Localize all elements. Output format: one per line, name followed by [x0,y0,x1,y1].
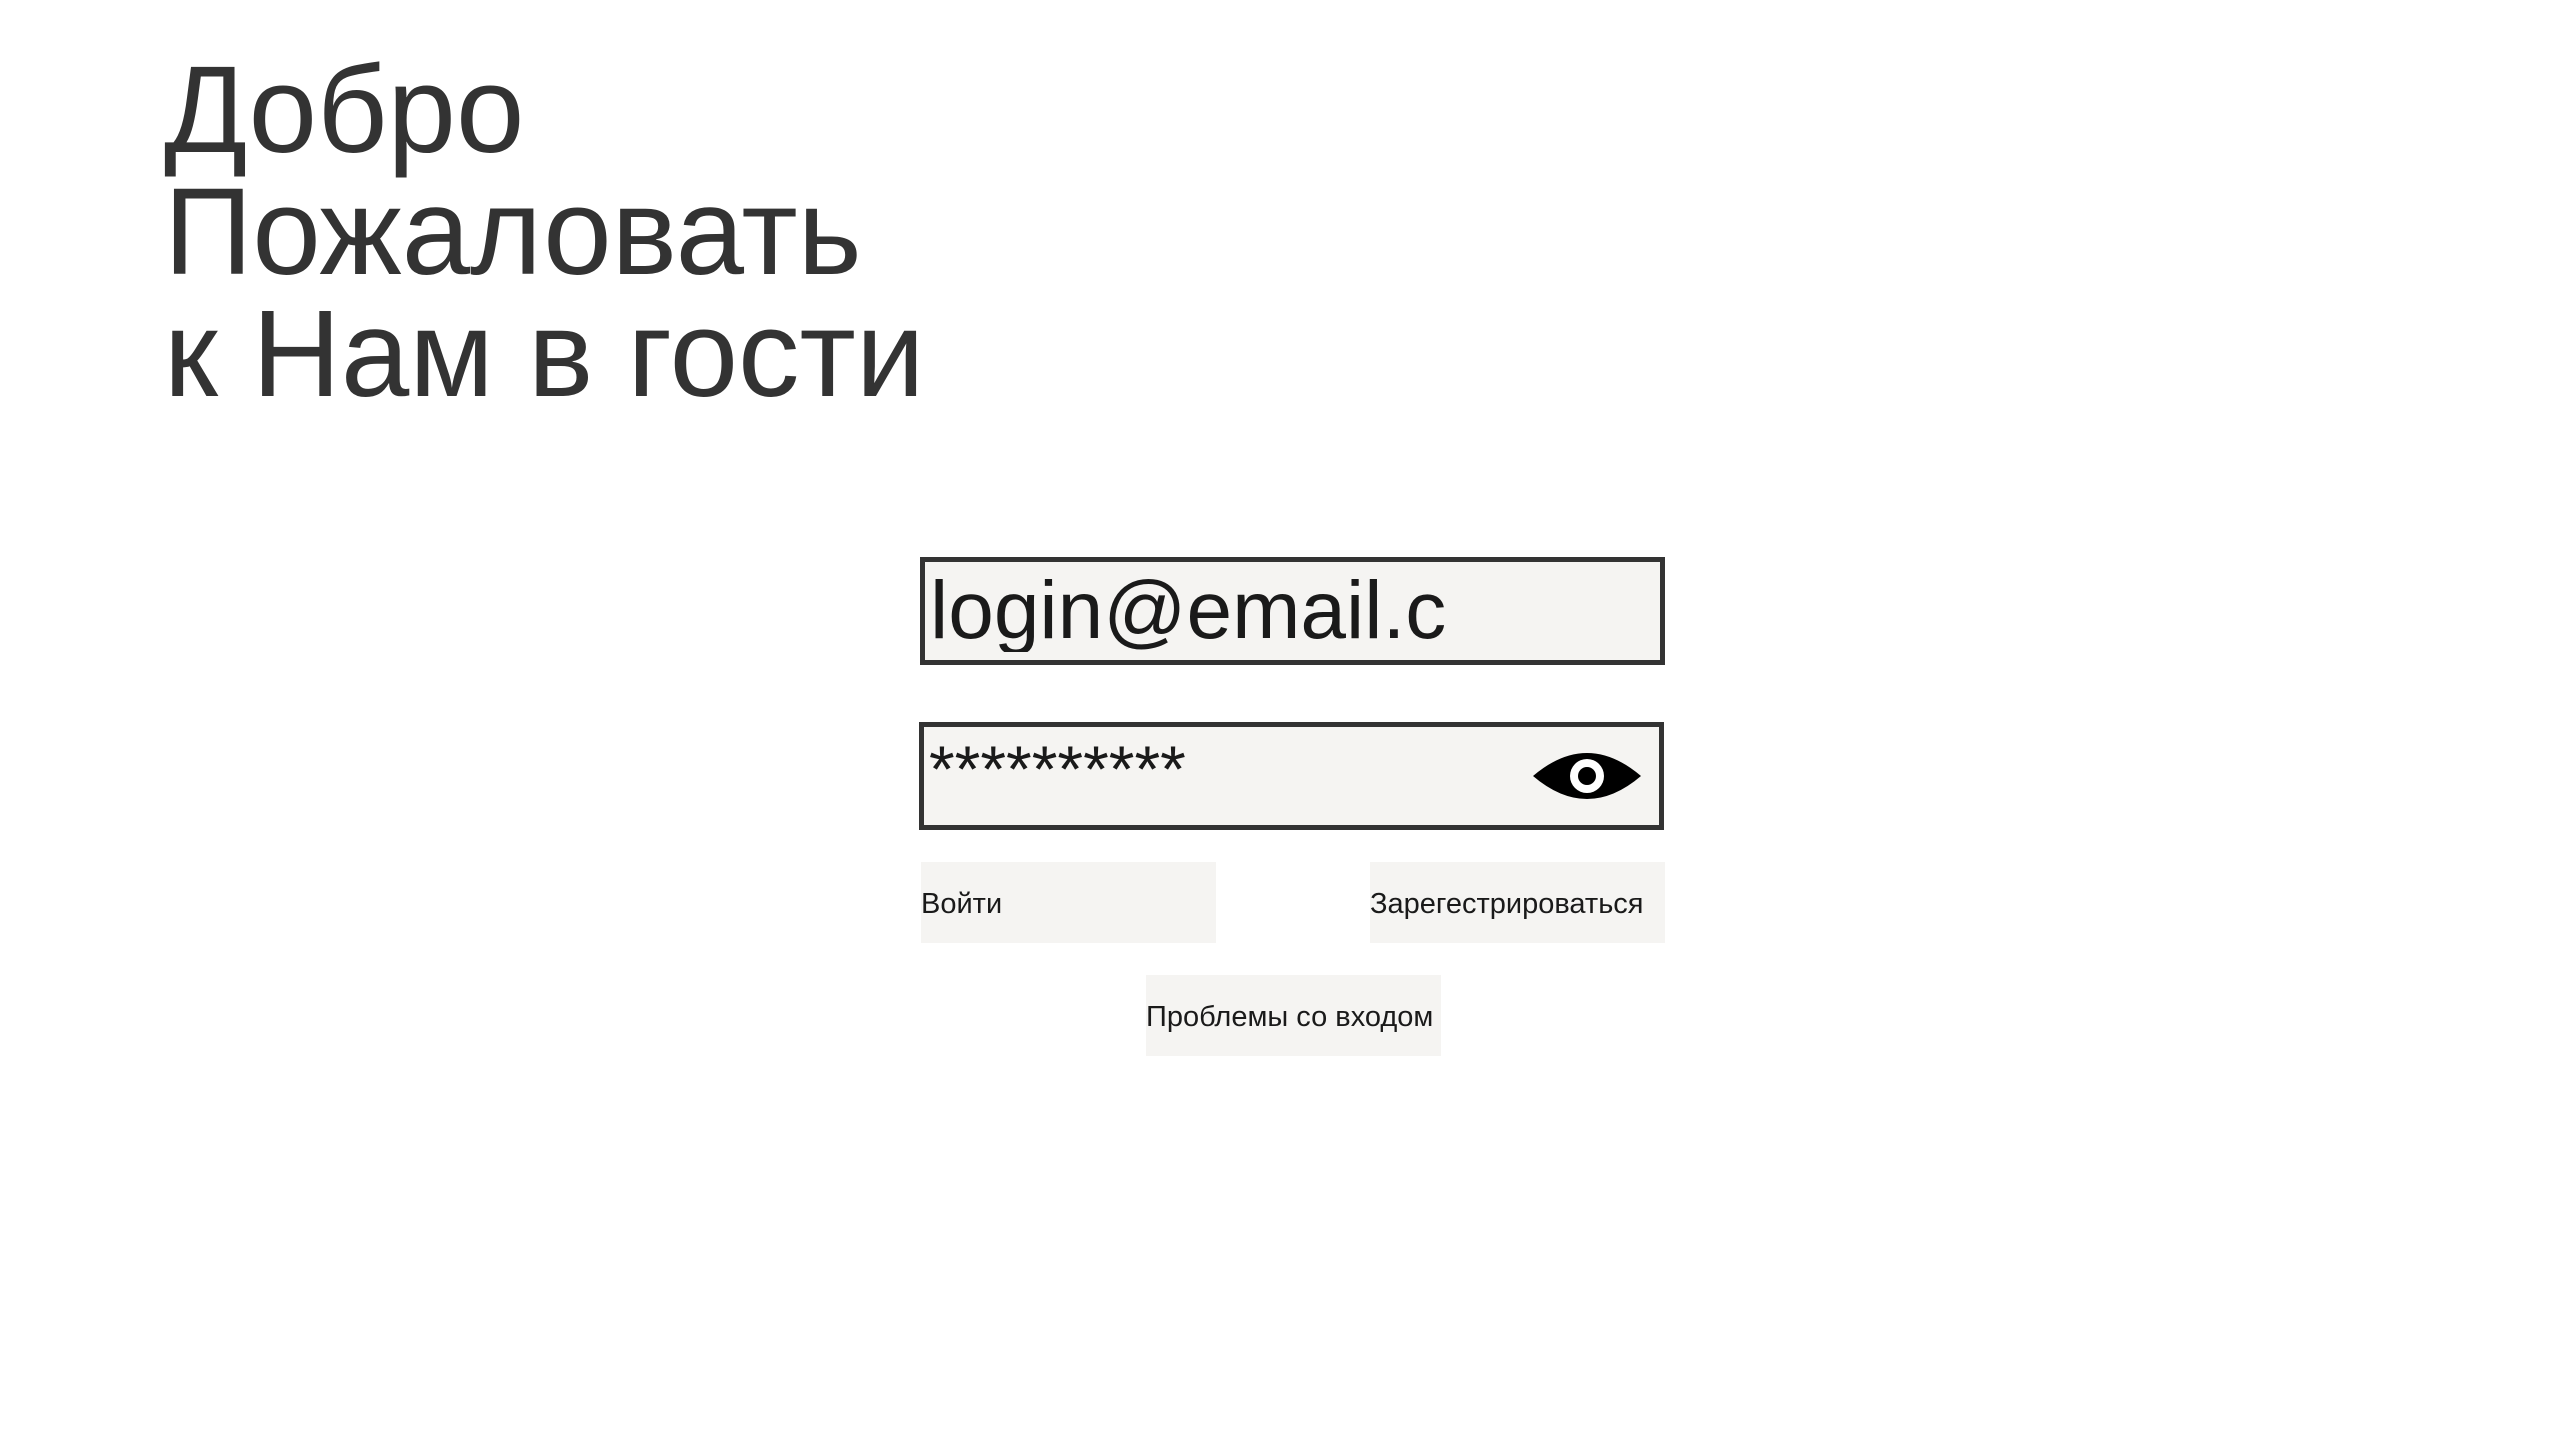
login-trouble-button[interactable]: Проблемы со входом [1146,975,1441,1056]
welcome-line-2: Пожаловать [164,164,862,301]
welcome-line-1: Добро [164,42,525,179]
email-field[interactable]: login@email.c [920,557,1665,665]
password-field[interactable]: ********** [919,722,1664,830]
welcome-line-3: к Нам в гости [164,286,925,423]
register-button[interactable]: Зарегестрироваться [1370,862,1665,943]
welcome-heading: Добро Пожаловать к Нам в гости [164,42,925,423]
eye-icon[interactable] [1531,744,1643,808]
login-button[interactable]: Войти [921,862,1216,943]
login-page: Добро Пожаловать к Нам в гости login@ema… [0,0,2560,1440]
email-value[interactable]: login@email.c [930,570,1446,652]
password-value[interactable]: ********** [929,736,1186,802]
